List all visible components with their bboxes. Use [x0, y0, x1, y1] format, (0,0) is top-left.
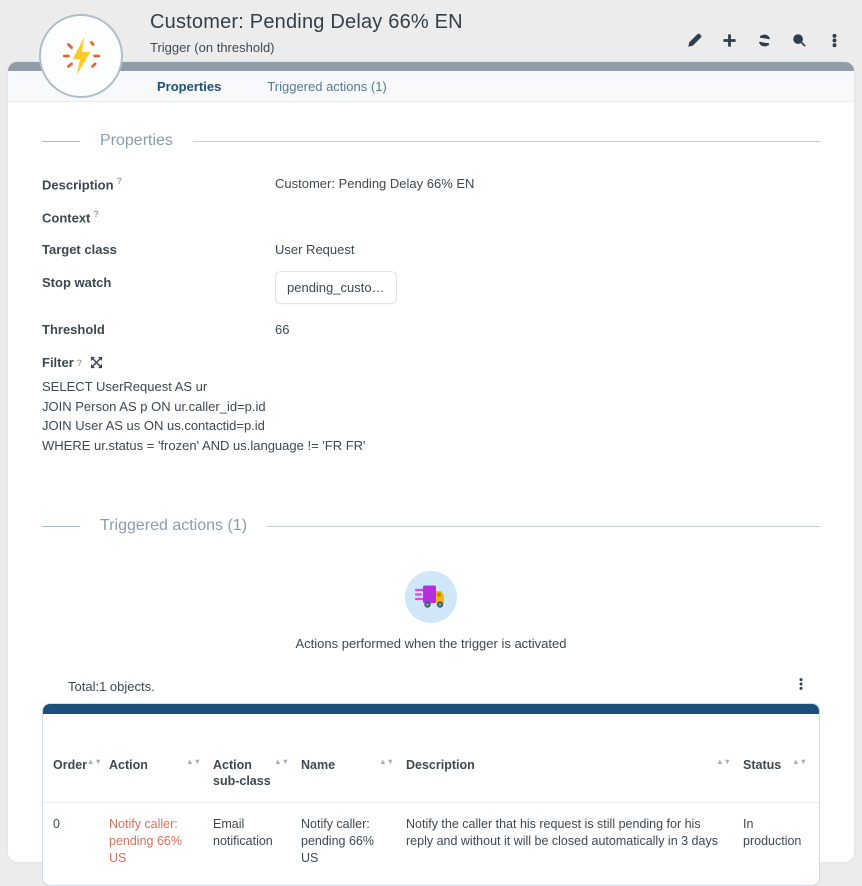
sort-icon[interactable]: ▲▼: [792, 759, 807, 764]
oql-line: WHERE ur.status = 'frozen' AND us.langua…: [42, 436, 820, 456]
threshold-value: 66: [275, 322, 289, 337]
cell-description: Notify the caller that his request is st…: [406, 816, 743, 867]
help-icon: ?: [77, 358, 83, 368]
table-header-row: Order▲▼ Action▲▼ Action sub-class▲▼ Name…: [43, 714, 819, 803]
more-kebab-icon[interactable]: [826, 32, 842, 48]
sort-icon[interactable]: ▲▼: [87, 759, 102, 764]
description-label: Description: [42, 177, 114, 192]
properties-section-header: Properties: [42, 132, 820, 150]
oql-line: SELECT UserRequest AS ur: [42, 377, 820, 397]
refresh-icon[interactable]: [756, 32, 772, 48]
field-stop-watch: Stop watch pending_custo…: [42, 275, 820, 304]
page-title: Customer: Pending Delay 66% EN: [150, 11, 463, 34]
properties-section-title: Properties: [100, 132, 173, 150]
expand-arrows-icon[interactable]: [90, 356, 103, 369]
column-header-description[interactable]: Description▲▼: [406, 757, 743, 789]
field-context: Context?: [42, 209, 820, 228]
triggered-actions-section-title: Triggered actions (1): [100, 517, 247, 535]
sort-icon[interactable]: ▲▼: [274, 759, 289, 764]
context-label: Context: [42, 210, 90, 225]
cell-name: Notify caller: pending 66% US: [301, 816, 406, 867]
tab-strip: Properties Triggered actions (1): [8, 71, 854, 102]
column-header-action[interactable]: Action▲▼: [109, 757, 213, 789]
tab-properties[interactable]: Properties: [157, 79, 221, 94]
tab-triggered-actions[interactable]: Triggered actions (1): [267, 79, 386, 94]
object-toolbar: [686, 32, 842, 48]
triggered-actions-section-header: Triggered actions (1): [42, 517, 820, 535]
object-panel: Properties Triggered actions (1) Propert…: [8, 62, 854, 862]
help-icon: ?: [93, 209, 99, 219]
triggered-actions-table: Order▲▼ Action▲▼ Action sub-class▲▼ Name…: [42, 703, 820, 886]
add-plus-icon[interactable]: [721, 32, 737, 48]
column-header-action-subclass[interactable]: Action sub-class▲▼: [213, 757, 301, 789]
table-total-count: Total:1 objects.: [68, 679, 155, 694]
cell-status: In production: [743, 816, 819, 867]
field-threshold: Threshold 66: [42, 322, 820, 341]
cell-order: 0: [53, 816, 109, 867]
sort-icon[interactable]: ▲▼: [716, 759, 731, 764]
cell-action-link[interactable]: Notify caller: pending 66% US: [109, 817, 182, 865]
column-header-order[interactable]: Order▲▼: [53, 757, 109, 789]
help-icon: ?: [117, 176, 123, 186]
column-header-status[interactable]: Status▲▼: [743, 757, 819, 789]
target-class-label: Target class: [42, 242, 275, 257]
filter-oql-query: SELECT UserRequest AS ur JOIN Person AS …: [42, 377, 820, 455]
table-more-kebab-icon[interactable]: [794, 677, 808, 696]
table-row[interactable]: 0 Notify caller: pending 66% US Email no…: [43, 803, 819, 867]
delivery-truck-icon: [405, 571, 457, 623]
column-header-name[interactable]: Name▲▼: [301, 757, 406, 789]
oql-line: JOIN User AS us ON us.contactid=p.id: [42, 416, 820, 436]
page-subtitle: Trigger (on threshold): [150, 40, 275, 55]
triggered-actions-caption: Actions performed when the trigger is ac…: [42, 636, 820, 651]
field-filter: Filter ? SELECT UserRequest AS ur JOIN P…: [42, 355, 820, 455]
description-value: Customer: Pending Delay 66% EN: [275, 176, 474, 191]
table-header-bar: [42, 703, 820, 714]
sort-icon[interactable]: ▲▼: [379, 759, 394, 764]
field-target-class: Target class User Request: [42, 242, 820, 261]
panel-top-bar: [8, 62, 854, 71]
field-description: Description? Customer: Pending Delay 66%…: [42, 176, 820, 195]
target-class-value: User Request: [275, 242, 354, 257]
page-header: Customer: Pending Delay 66% EN Trigger (…: [0, 0, 862, 62]
trigger-avatar: [39, 14, 123, 98]
threshold-label: Threshold: [42, 322, 275, 337]
filter-label: Filter: [42, 355, 74, 370]
lightning-bolt-icon: [58, 33, 104, 79]
sort-icon[interactable]: ▲▼: [186, 759, 201, 764]
cell-action-subclass: Email notification: [213, 816, 301, 867]
stop-watch-value-box[interactable]: pending_custo…: [275, 271, 397, 304]
search-icon[interactable]: [791, 32, 807, 48]
oql-line: JOIN Person AS p ON ur.caller_id=p.id: [42, 397, 820, 417]
stop-watch-label: Stop watch: [42, 275, 275, 290]
edit-pencil-icon[interactable]: [686, 32, 702, 48]
